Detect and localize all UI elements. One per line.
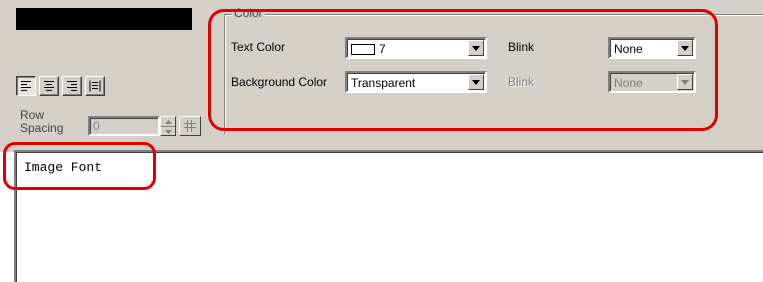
row-spacing-stepper[interactable] [160, 116, 176, 136]
grid-icon [184, 120, 196, 132]
align-justify-icon [89, 80, 101, 92]
spin-down-icon[interactable] [161, 127, 175, 136]
align-justify-button[interactable] [85, 76, 105, 96]
row-spacing-input[interactable]: 0 [88, 116, 160, 136]
align-right-icon [67, 81, 77, 91]
grid-button[interactable] [179, 116, 201, 136]
alignment-buttons [16, 76, 108, 96]
preview-text-highlight [3, 142, 156, 190]
row-spacing-label-line2: Spacing [20, 121, 64, 135]
align-right-button[interactable] [62, 76, 82, 96]
black-header-bar [16, 8, 192, 30]
color-settings-highlight [208, 9, 718, 131]
align-center-icon [44, 81, 54, 91]
align-center-button[interactable] [39, 76, 59, 96]
align-left-button[interactable] [16, 76, 36, 96]
row-spacing-label: Row Spacing [20, 109, 63, 135]
align-left-icon [21, 81, 31, 91]
spin-up-icon[interactable] [161, 117, 175, 127]
